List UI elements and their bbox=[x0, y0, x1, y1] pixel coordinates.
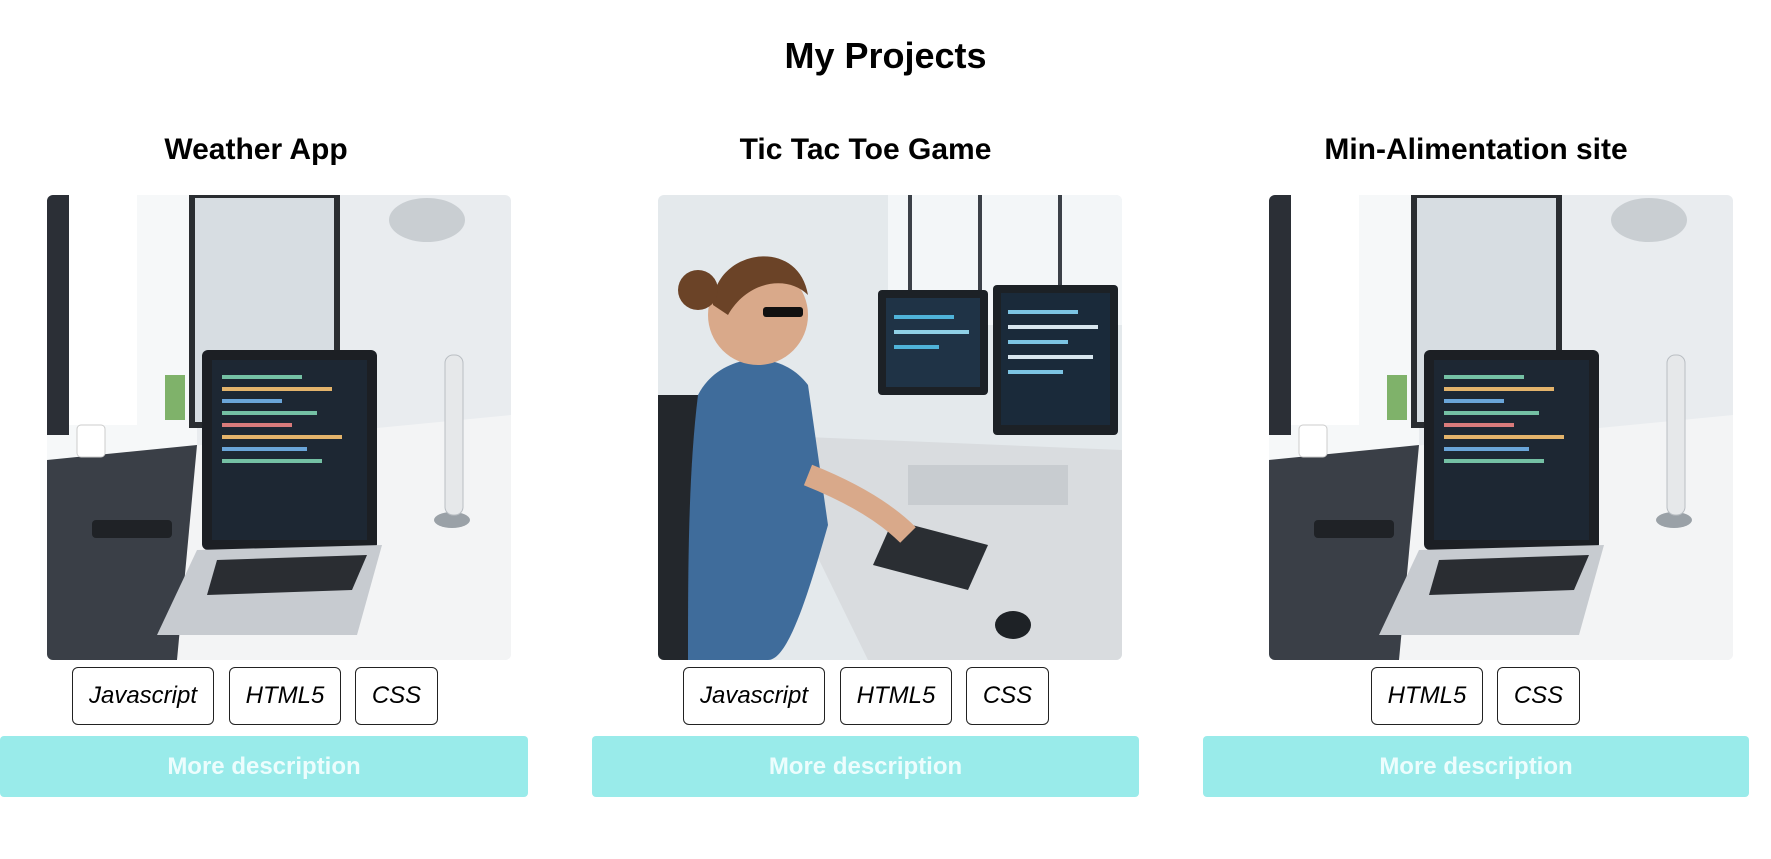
project-card-weather-app: Weather App Javascript HTML5 CSS More de… bbox=[0, 128, 528, 797]
project-image[interactable] bbox=[1269, 195, 1733, 660]
project-title: Weather App bbox=[164, 133, 348, 166]
tag-css[interactable]: CSS bbox=[1497, 667, 1580, 725]
project-card-tic-tac-toe: Tic Tac Toe Game Javascript HTML5 CSS Mo… bbox=[592, 128, 1139, 797]
project-title: Tic Tac Toe Game bbox=[739, 133, 992, 166]
tag-html5[interactable]: HTML5 bbox=[229, 667, 341, 725]
page-title: My Projects bbox=[784, 35, 987, 77]
tag-javascript[interactable]: Javascript bbox=[72, 667, 214, 725]
tag-html5[interactable]: HTML5 bbox=[1371, 667, 1483, 725]
more-description-button[interactable]: More description bbox=[592, 736, 1139, 797]
laptop-desk-photo bbox=[47, 195, 511, 660]
tag-css[interactable]: CSS bbox=[355, 667, 438, 725]
project-image[interactable] bbox=[47, 195, 511, 660]
project-image[interactable] bbox=[658, 195, 1122, 660]
tag-html5[interactable]: HTML5 bbox=[840, 667, 952, 725]
laptop-desk-photo bbox=[1269, 195, 1733, 660]
more-description-button[interactable]: More description bbox=[0, 736, 528, 797]
tag-css[interactable]: CSS bbox=[966, 667, 1049, 725]
programmer-at-monitors-photo bbox=[658, 195, 1122, 660]
tag-javascript[interactable]: Javascript bbox=[683, 667, 825, 725]
project-card-min-alimentation: Min-Alimentation site HTML5 CSS More des… bbox=[1203, 128, 1749, 797]
tag-list: HTML5 CSS bbox=[1203, 667, 1749, 727]
project-title: Min-Alimentation site bbox=[1324, 133, 1628, 166]
tag-list: Javascript HTML5 CSS bbox=[0, 667, 528, 727]
more-description-button[interactable]: More description bbox=[1203, 736, 1749, 797]
tag-list: Javascript HTML5 CSS bbox=[592, 667, 1139, 727]
